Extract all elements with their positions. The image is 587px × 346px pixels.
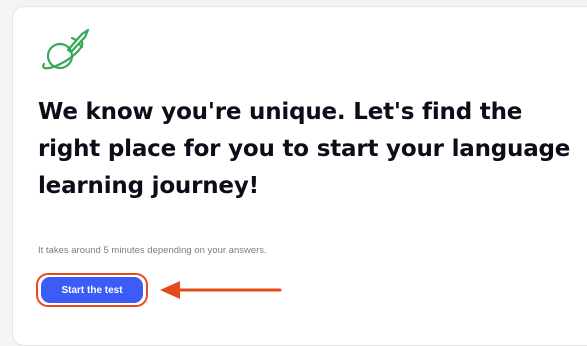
start-test-button[interactable]: Start the test [41,277,143,303]
arrow-left-icon [160,281,282,299]
page-headline: We know you're unique. Let's find the ri… [38,99,571,199]
duration-note: It takes around 5 minutes depending on y… [38,245,267,256]
rocket-orbit-icon [42,28,90,70]
